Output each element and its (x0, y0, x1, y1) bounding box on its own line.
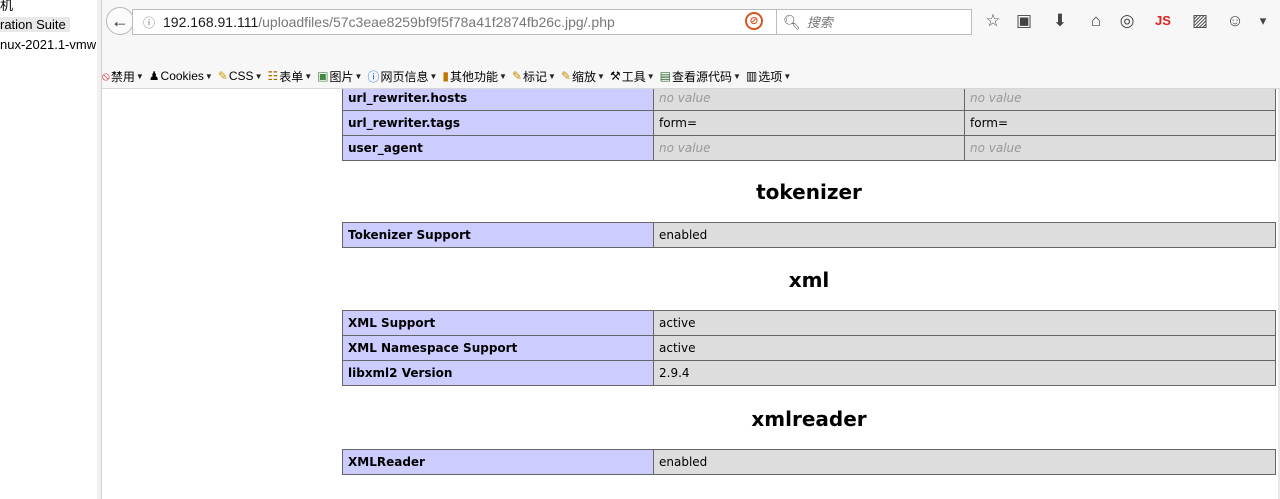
options-icon: ▥ (745, 69, 758, 83)
resize-icon: ✎ (560, 69, 572, 83)
url-path: /uploadfiles/57c3eae8259bf9f5f78a41f2874… (258, 14, 615, 30)
directive-name: user_agent (342, 135, 654, 161)
image-icon: ▣ (317, 69, 329, 83)
setting-name: XML Support (342, 310, 654, 336)
url-bar[interactable]: ⓘ 192.168.91.111/uploadfiles/57c3eae8259… (132, 9, 835, 35)
menu-options[interactable]: ▥ 选项 ▼ (746, 68, 791, 85)
side-panel: 机 ration Suite nux-2021.1-vmw (0, 0, 98, 499)
globe-icon[interactable]: ◎ (1116, 11, 1138, 31)
url-host: 192.168.91.111 (163, 14, 259, 30)
menu-tools[interactable]: ⚒ 工具 ▼ (610, 68, 655, 85)
misc-icon: ▮ (442, 69, 450, 83)
setting-name: Tokenizer Support (342, 222, 654, 248)
menu-more-icon[interactable]: ▾ (1252, 13, 1274, 29)
search-bar[interactable]: 🔍︎ (776, 9, 972, 35)
search-icon: 🔍︎ (783, 13, 801, 30)
setting-name: XML Namespace Support (342, 335, 654, 361)
setting-value: active (653, 310, 1276, 336)
browser-chrome: ← ⓘ 192.168.91.111/uploadfiles/57c3eae82… (102, 0, 1280, 89)
local-value: no value (653, 89, 965, 111)
menu-view-source[interactable]: ▤ 查看源代码 ▼ (660, 68, 741, 85)
setting-name: libxml2 Version (342, 360, 654, 386)
table-row: XML Namespace Support active (342, 335, 1276, 361)
cookie-icon: ♟ (148, 69, 160, 83)
setting-value: enabled (653, 222, 1276, 248)
tokenizer-table: Tokenizer Support enabled (342, 222, 1276, 248)
table-row: XMLReader enabled (342, 449, 1276, 475)
menu-disable[interactable]: ⦸ 禁用 ▼ (102, 68, 144, 85)
menu-forms[interactable]: ☷ 表单 ▼ (267, 68, 312, 85)
info-icon[interactable]: ⓘ (141, 14, 157, 31)
table-row: url_rewriter.hosts no value no value (342, 89, 1276, 111)
section-title-tokenizer: tokenizer (756, 180, 862, 204)
home-icon[interactable]: ⌂ (1085, 11, 1107, 31)
local-value: no value (653, 135, 965, 161)
back-arrow-icon: ← (111, 10, 129, 31)
side-panel-item[interactable]: ration Suite (0, 17, 70, 32)
outline-icon: ✎ (511, 69, 523, 83)
master-value: no value (964, 89, 1276, 111)
menu-css[interactable]: ✎ CSS ▼ (218, 69, 263, 83)
web-developer-toolbar: ⦸ 禁用 ▼ ♟ Cookies ▼ ✎ CSS ▼ ☷ 表单 ▼ ▣ 图片 ▼ ⓘ 网页信息 ▼ ▮ 其… (102, 66, 1280, 86)
table-row: user_agent no value no value (342, 135, 1276, 161)
menu-images[interactable]: ▣ 图片 ▼ (317, 68, 362, 85)
config-table: url_rewriter.hosts no value no value url… (342, 89, 1276, 161)
js-toggle-icon[interactable]: JS (1152, 13, 1174, 28)
side-panel-item[interactable]: nux-2021.1-vmw (0, 37, 96, 52)
menu-outline[interactable]: ✎ 标记 ▼ (512, 68, 556, 85)
screenshot-icon[interactable]: ▨ (1189, 11, 1211, 31)
menu-resize[interactable]: ✎ 缩放 ▼ (561, 68, 605, 85)
setting-value: enabled (653, 449, 1276, 475)
form-icon: ☷ (267, 69, 279, 83)
menu-miscellaneous[interactable]: ▮ 其他功能 ▼ (442, 68, 507, 85)
section-title-xmlreader: xmlreader (751, 407, 867, 431)
directive-name: url_rewriter.tags (342, 110, 654, 136)
page-content: url_rewriter.hosts no value no value url… (102, 89, 1280, 499)
table-row: XML Support active (342, 310, 1276, 336)
xmlreader-table: XMLReader enabled (342, 449, 1276, 475)
search-input[interactable] (804, 13, 969, 31)
tools-icon: ⚒ (609, 69, 621, 83)
table-row: Tokenizer Support enabled (342, 222, 1276, 248)
url-text[interactable]: 192.168.91.111/uploadfiles/57c3eae8259bf… (163, 14, 663, 30)
setting-value: 2.9.4 (653, 360, 1276, 386)
section-title-xml: xml (788, 268, 830, 292)
menu-cookies[interactable]: ♟ Cookies ▼ (149, 69, 213, 83)
reading-list-icon[interactable]: ▣ (1013, 11, 1035, 31)
view-source-icon: ▤ (659, 69, 672, 83)
download-icon[interactable]: ⬇ (1049, 11, 1071, 31)
xml-table: XML Support active XML Namespace Support… (342, 310, 1276, 386)
menu-information[interactable]: ⓘ 网页信息 ▼ (367, 68, 437, 85)
palette-icon[interactable]: ☺ (1224, 11, 1246, 31)
back-button[interactable]: ← (106, 7, 134, 35)
local-value: form= (653, 110, 965, 136)
master-value: form= (964, 110, 1276, 136)
table-row: libxml2 Version 2.9.4 (342, 360, 1276, 386)
adblock-icon[interactable]: ⊘ (745, 12, 763, 30)
side-panel-item[interactable]: 机 (0, 0, 13, 14)
css-icon: ✎ (217, 69, 228, 83)
master-value: no value (964, 135, 1276, 161)
info-icon: ⓘ (367, 69, 380, 84)
directive-name: url_rewriter.hosts (342, 89, 654, 111)
disable-icon: ⦸ (102, 68, 110, 83)
setting-value: active (653, 335, 1276, 361)
setting-name: XMLReader (342, 449, 654, 475)
bookmark-star-icon[interactable]: ☆ (982, 11, 1004, 31)
table-row: url_rewriter.tags form= form= (342, 110, 1276, 136)
